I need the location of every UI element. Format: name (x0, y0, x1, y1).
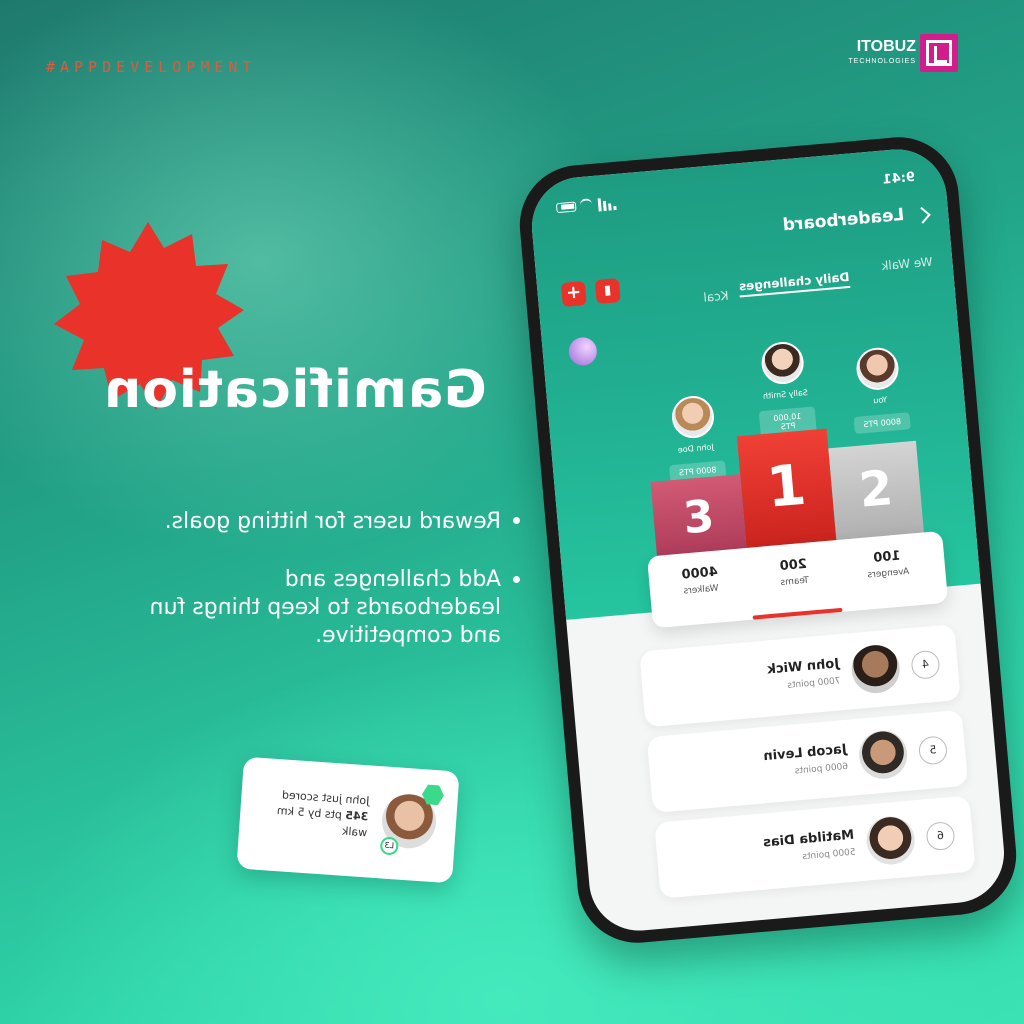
notification-text: John just scored 345 pts by 5 km walk (257, 786, 370, 842)
brand-text: ITOBUZ TECHNOLOGIES (844, 38, 916, 65)
podium-user-2[interactable]: You 8000 PTS (836, 344, 923, 435)
avatar (849, 643, 902, 696)
hashtag-text: #APPDEVELOPMENT (46, 58, 257, 76)
podium-name: John Doe (677, 442, 715, 455)
brand-logo: ITOBUZ TECHNOLOGIES (844, 34, 964, 74)
headline: Gamification (70, 360, 520, 440)
bullet-dot-icon (513, 576, 520, 583)
podium-points: 8000 PTS (853, 412, 911, 435)
rank-number: 6 (925, 820, 956, 852)
phone-screen: 9:41 Leaderboard ▮ + We Walk Daily chall… (527, 145, 1009, 935)
avatar (670, 394, 716, 440)
stat-teams[interactable]: 200 Teams (748, 554, 840, 591)
avatar (864, 814, 917, 867)
stat-label: Teams (780, 575, 810, 589)
bullet-text-1: Reward users for hitting goals. (164, 509, 501, 534)
stat-label: Avengers (867, 566, 910, 581)
wifi-icon (579, 198, 593, 212)
add-button[interactable]: + (560, 280, 587, 307)
stat-label: Walkers (683, 583, 720, 597)
tab-daily-challenges[interactable]: Daily challenges (738, 269, 851, 298)
phone-mockup: 9:41 Leaderboard ▮ + We Walk Daily chall… (514, 132, 1022, 948)
stats-button[interactable]: ▮ (594, 278, 621, 305)
score-notification-card[interactable]: L3 John just scored 345 pts by 5 km walk (236, 756, 460, 884)
tab-we-walk[interactable]: We Walk (881, 255, 933, 273)
rank-number: 4 (910, 649, 941, 680)
podium-user-3[interactable]: John Doe 8000 PTS (651, 393, 738, 484)
notification-points: 345 (344, 808, 369, 824)
bullet-dot-icon (513, 516, 520, 524)
brand-mark-icon (920, 34, 958, 72)
brand-subtitle: TECHNOLOGIES (848, 58, 916, 65)
avatar (759, 340, 806, 386)
headline-text: Gamification (103, 360, 487, 420)
tab-kcal[interactable]: Kcal (703, 289, 729, 305)
podium-user-1[interactable]: Sally Smith 10,000 PTS (741, 339, 829, 439)
screen-title: Leaderboard (781, 204, 906, 236)
rank-points: 5000 points (801, 847, 857, 863)
rank-number: 5 (917, 735, 949, 766)
podium-name: Sally Smith (762, 387, 809, 401)
back-chevron-icon[interactable] (913, 206, 931, 224)
bullet-item-1: Reward users for hitting goals. (70, 508, 520, 536)
bullet-item-2: Add challenges and leaderboards to keep … (95, 566, 520, 650)
level-badge: L3 (379, 836, 399, 856)
avatar (854, 346, 901, 392)
stat-walkers[interactable]: 4000 Walkers (654, 562, 746, 599)
signal-icon (597, 198, 602, 212)
rank-name: John Wick (766, 656, 840, 678)
rank-points: 6000 points (794, 761, 849, 777)
stat-avengers[interactable]: 100 Avengers (841, 546, 933, 583)
rank-name: Jacob Levin (762, 741, 848, 765)
purple-orb-icon (567, 336, 599, 367)
rank-name: Matilda Dias (762, 827, 855, 851)
list-item[interactable]: 6 Matilda Dias 5000 points (654, 795, 976, 899)
bullet-text-2: Add challenges and leaderboards to keep … (149, 567, 501, 648)
podium-name: You (872, 395, 888, 406)
active-stat-indicator (752, 607, 843, 620)
list-item[interactable]: 5 Jacob Levin 6000 points (646, 709, 969, 814)
tab-bar: We Walk Daily challenges Kcal (619, 254, 941, 322)
status-bar-icons (555, 196, 617, 215)
signal-icon (602, 200, 607, 212)
rank-points: 7000 points (786, 676, 842, 691)
avatar (857, 728, 910, 781)
list-item[interactable]: 4 John Wick 7000 points (639, 624, 961, 728)
status-time: 9:41 (882, 169, 916, 188)
battery-icon (555, 201, 577, 214)
signal-icon (613, 205, 617, 211)
phone-frame: 9:41 Leaderboard ▮ + We Walk Daily chall… (514, 132, 1022, 948)
signal-icon (608, 203, 612, 211)
brand-name: ITOBUZ (856, 38, 916, 55)
